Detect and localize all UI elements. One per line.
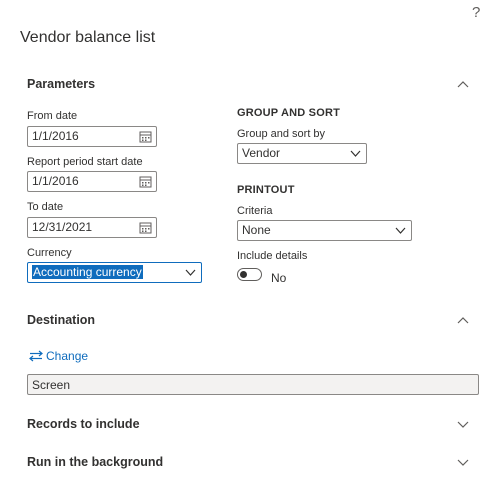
- destination-value: Screen: [32, 378, 71, 392]
- report-period-start-label: Report period start date: [27, 156, 143, 168]
- background-section-title: Run in the background: [27, 455, 164, 469]
- background-section-header[interactable]: Run in the background: [27, 455, 163, 469]
- calendar-icon[interactable]: [139, 175, 152, 188]
- criteria-label: Criteria: [237, 205, 273, 217]
- help-button[interactable]: ?: [472, 4, 480, 21]
- change-label: Change: [46, 349, 89, 363]
- include-details-toggle[interactable]: [237, 268, 262, 281]
- include-details-value: No: [271, 271, 287, 285]
- switch-arrows-icon: [29, 350, 43, 362]
- criteria-value: None: [242, 223, 271, 237]
- group-and-sort-label: Group and sort by: [237, 128, 326, 140]
- chevron-down-icon: [350, 150, 361, 157]
- records-section-header[interactable]: Records to include: [27, 417, 140, 431]
- include-details-label: Include details: [237, 250, 308, 262]
- chevron-down-icon[interactable]: [457, 456, 469, 468]
- to-date-label: To date: [27, 201, 64, 213]
- printout-heading: PRINTOUT: [237, 184, 295, 196]
- group-and-sort-heading: GROUP AND SORT: [237, 107, 341, 119]
- page-title: Vendor balance list: [20, 29, 156, 46]
- toggle-knob: [240, 271, 247, 278]
- currency-select[interactable]: Accounting currency: [27, 262, 202, 283]
- to-date-field[interactable]: 12/31/2021: [27, 217, 157, 238]
- chevron-down-icon: [185, 269, 196, 276]
- parameters-section-header[interactable]: Parameters: [27, 77, 95, 91]
- group-and-sort-select[interactable]: Vendor: [237, 143, 367, 164]
- currency-label: Currency: [27, 247, 72, 259]
- chevron-up-icon[interactable]: [457, 79, 469, 91]
- chevron-up-icon[interactable]: [457, 315, 469, 327]
- chevron-down-icon[interactable]: [457, 418, 469, 430]
- chevron-down-icon: [395, 227, 406, 234]
- to-date-value: 12/31/2021: [32, 220, 93, 234]
- criteria-select[interactable]: None: [237, 220, 412, 241]
- from-date-label: From date: [27, 110, 78, 122]
- destination-section-title: Destination: [27, 313, 96, 327]
- report-period-start-value: 1/1/2016: [32, 174, 79, 188]
- group-and-sort-value: Vendor: [242, 146, 281, 160]
- destination-section-header[interactable]: Destination: [27, 313, 95, 327]
- report-period-start-field[interactable]: 1/1/2016: [27, 171, 157, 192]
- currency-value: Accounting currency: [32, 265, 143, 279]
- calendar-icon[interactable]: [139, 130, 152, 143]
- destination-field: Screen: [27, 374, 479, 395]
- calendar-icon[interactable]: [139, 221, 152, 234]
- from-date-value: 1/1/2016: [32, 129, 79, 143]
- parameters-section-title: Parameters: [27, 77, 96, 91]
- from-date-field[interactable]: 1/1/2016: [27, 126, 157, 147]
- records-section-title: Records to include: [27, 417, 140, 431]
